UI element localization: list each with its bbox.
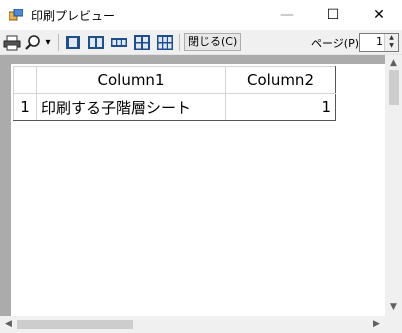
column-header-cell: Column2 xyxy=(225,66,336,94)
zoom-dropdown-icon[interactable]: ▾ xyxy=(43,34,53,51)
page-label: ページ(P) xyxy=(311,37,359,50)
toolbar-separator xyxy=(179,34,180,51)
page-number-stepper[interactable]: 1 ▲ ▼ xyxy=(359,33,399,52)
vertical-scrollbar[interactable]: ▲ ▼ xyxy=(385,55,402,316)
scrollbar-corner xyxy=(385,316,402,333)
two-pages-icon[interactable] xyxy=(87,34,105,51)
zoom-icon[interactable] xyxy=(24,34,42,51)
three-pages-icon[interactable] xyxy=(110,34,128,51)
one-page-icon[interactable] xyxy=(64,34,82,51)
minimize-button[interactable]: — xyxy=(264,0,310,30)
horizontal-scrollbar[interactable]: ◀ ▶ xyxy=(0,316,385,333)
spin-up-icon[interactable]: ▲ xyxy=(385,34,398,42)
scroll-down-icon[interactable]: ▼ xyxy=(385,299,402,316)
column-header-cell: Column1 xyxy=(36,66,226,94)
close-window-button[interactable]: ✕ xyxy=(356,0,402,30)
preview-area: Column1 Column2 1 印刷する子階層シート 1 xyxy=(0,55,402,333)
row-header-cell: 1 xyxy=(13,93,37,121)
scroll-left-icon[interactable]: ◀ xyxy=(0,316,17,333)
printer-icon[interactable] xyxy=(3,34,21,51)
title-bar: 印刷プレビュー — ☐ ✕ xyxy=(0,0,402,30)
maximize-button[interactable]: ☐ xyxy=(310,0,356,30)
toolbar-separator xyxy=(58,34,59,51)
table-row: 1 印刷する子階層シート 1 xyxy=(13,93,336,121)
six-pages-icon[interactable] xyxy=(156,34,174,51)
corner-header-cell xyxy=(13,66,37,94)
close-preview-button[interactable]: 閉じる(C) xyxy=(184,33,242,51)
print-preview-app-icon xyxy=(9,9,23,21)
table-cell: 印刷する子階層シート xyxy=(36,93,226,121)
preview-page: Column1 Column2 1 印刷する子階層シート 1 xyxy=(11,64,386,319)
scroll-right-icon[interactable]: ▶ xyxy=(368,316,385,333)
preview-toolbar: ▾ 閉じる(C) ページ(P) 1 ▲ ▼ xyxy=(0,30,402,55)
print-preview-window: 印刷プレビュー — ☐ ✕ ▾ 閉じる(C) ページ(P) 1 ▲ ▼ Colu… xyxy=(0,0,402,333)
header-row: Column1 Column2 xyxy=(13,66,336,94)
page-number-value: 1 xyxy=(376,35,383,48)
table-cell: 1 xyxy=(225,93,336,121)
page-spin-buttons[interactable]: ▲ ▼ xyxy=(384,34,398,51)
four-pages-icon[interactable] xyxy=(133,34,151,51)
sheet-table: Column1 Column2 1 印刷する子階層シート 1 xyxy=(13,66,336,121)
spin-down-icon[interactable]: ▼ xyxy=(385,42,398,50)
horizontal-scroll-thumb[interactable] xyxy=(17,320,133,329)
vertical-scroll-thumb[interactable] xyxy=(389,70,399,105)
window-title: 印刷プレビュー xyxy=(31,9,116,23)
